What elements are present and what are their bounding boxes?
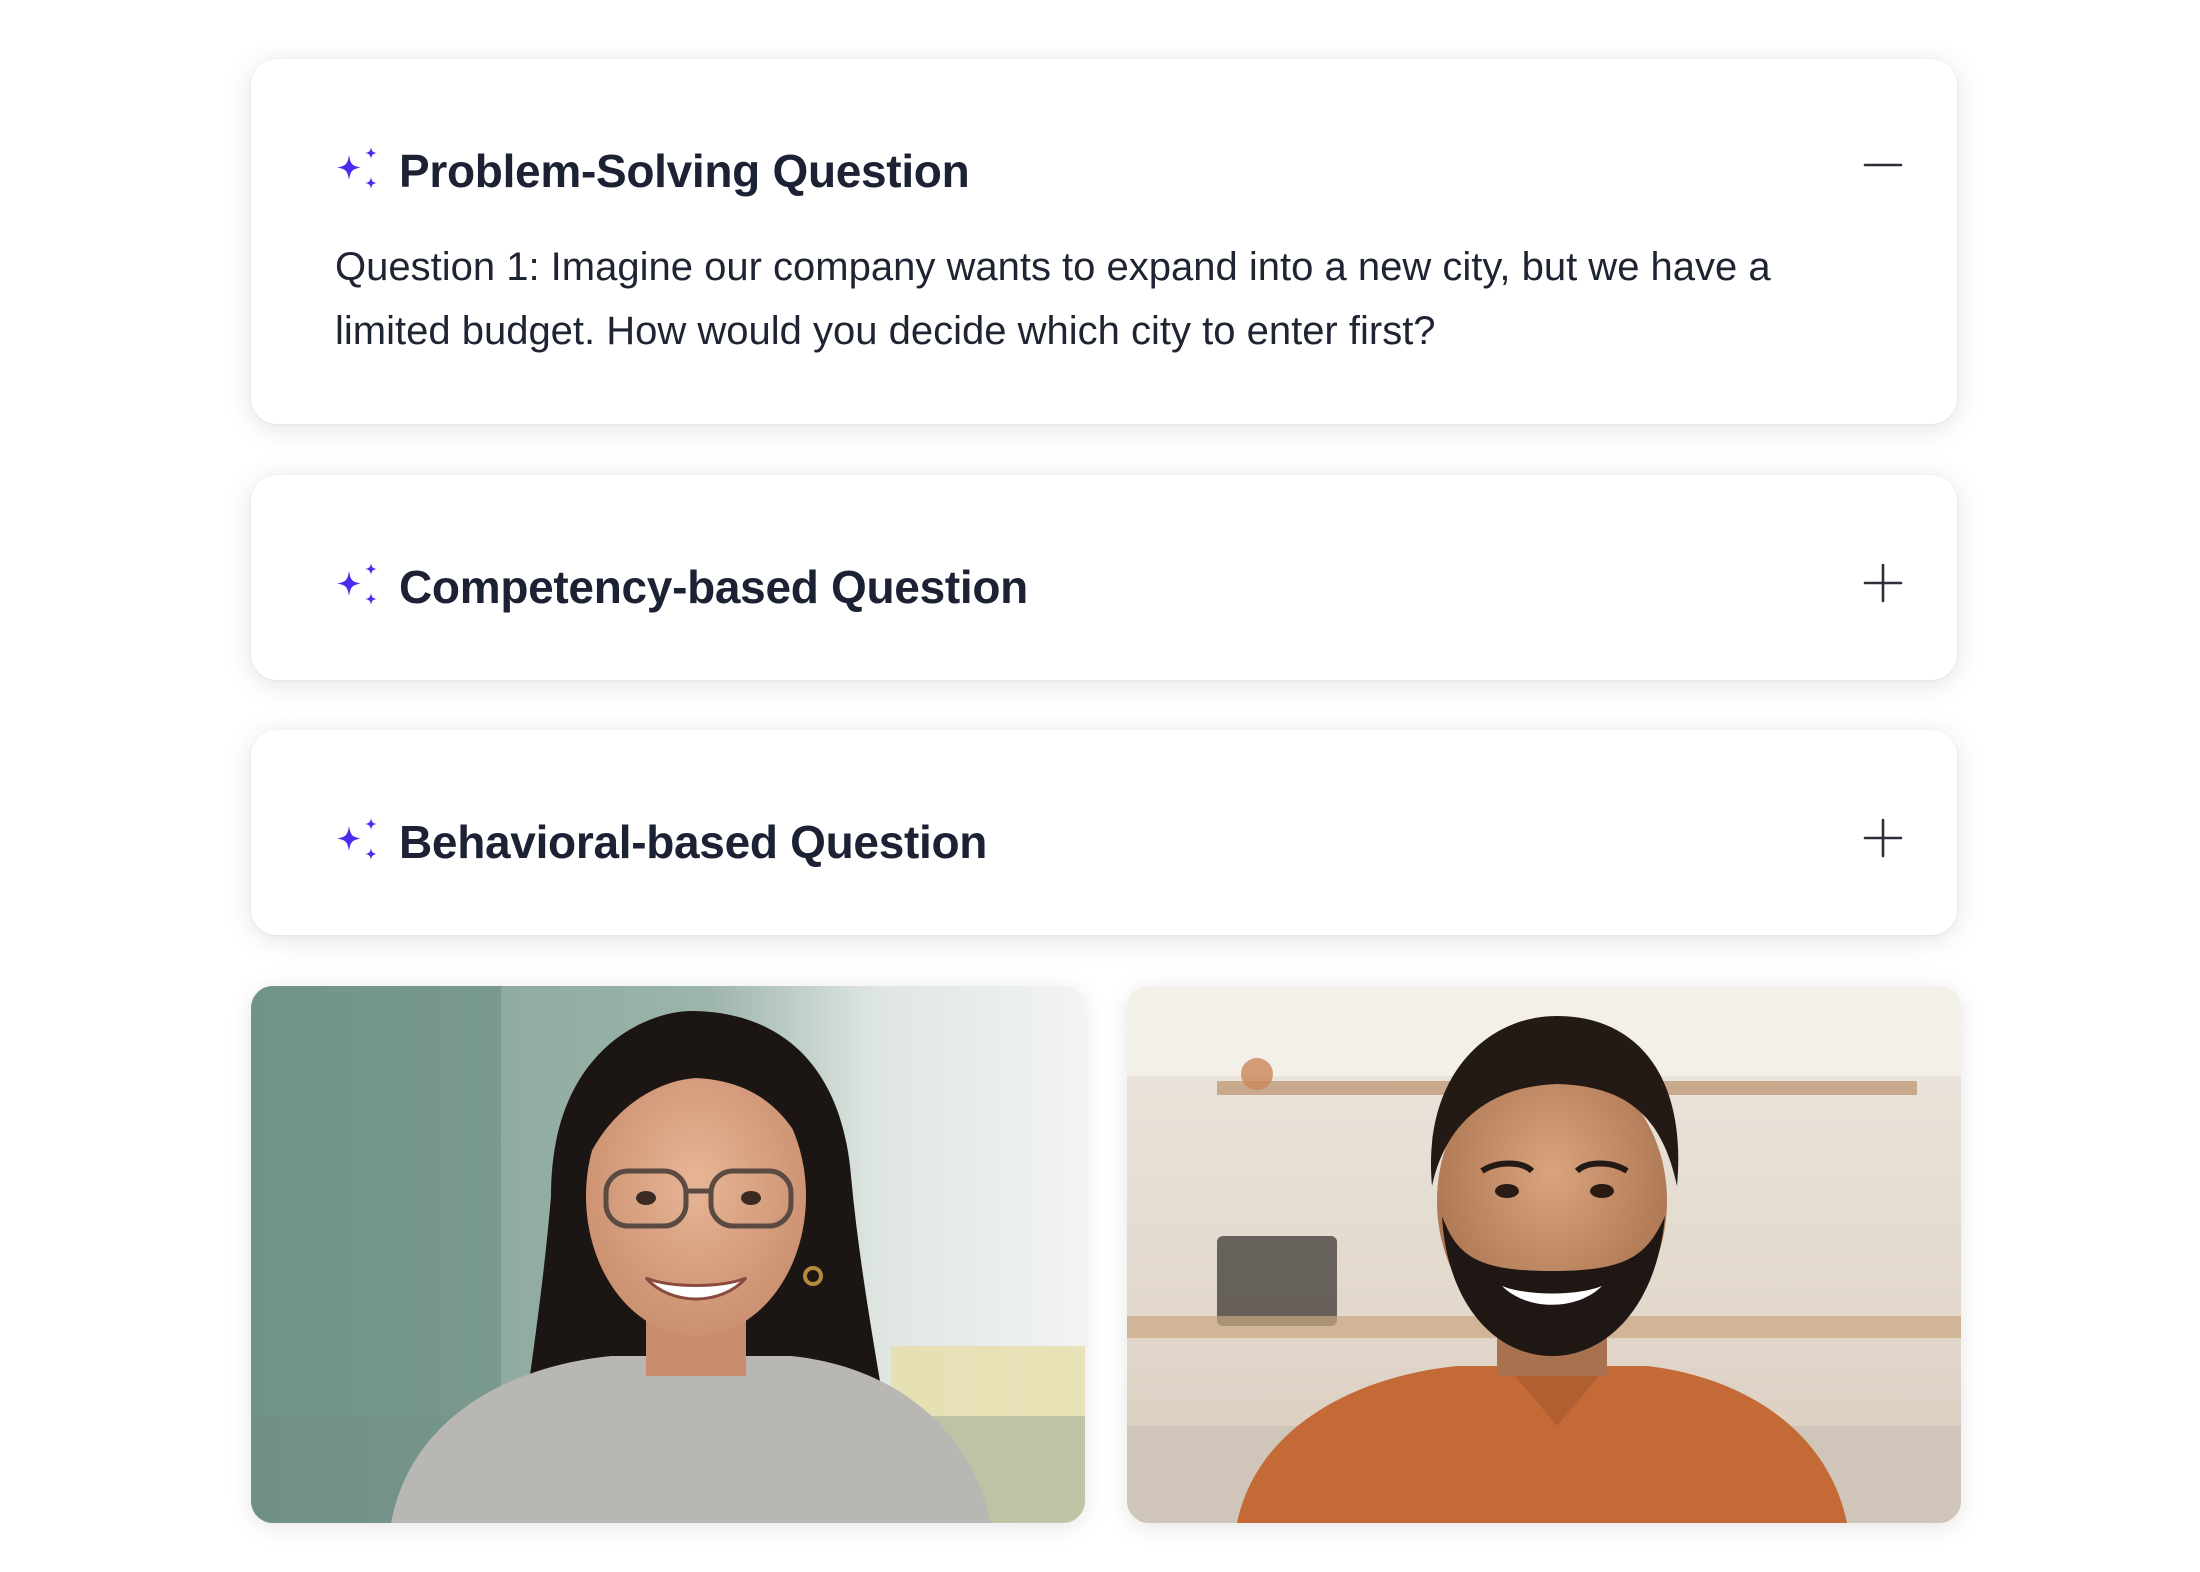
sparkles-icon xyxy=(337,818,377,860)
participant-video-man xyxy=(1127,986,1961,1523)
participant-video-woman xyxy=(251,986,1085,1523)
accordion-title: Problem-Solving Question xyxy=(399,145,970,197)
question-text: Question 1: Imagine our company wants to… xyxy=(335,245,1771,353)
accordion-header[interactable]: Competency-based Question xyxy=(333,557,1917,617)
sparkles-icon xyxy=(337,147,377,189)
sparkles-icon xyxy=(337,563,377,605)
minus-icon[interactable] xyxy=(1863,145,1903,185)
accordion-header[interactable]: Problem-Solving Question xyxy=(333,141,1917,201)
accordion-header[interactable]: Behavioral-based Question xyxy=(333,812,1917,872)
plus-icon[interactable] xyxy=(1863,818,1903,858)
accordion-item-behavioral[interactable]: Behavioral-based Question xyxy=(251,730,1957,935)
accordion-title: Behavioral-based Question xyxy=(399,816,988,868)
accordion-item-problem-solving[interactable]: Problem-Solving Question Question 1: Ima… xyxy=(251,59,1957,424)
plus-icon[interactable] xyxy=(1863,563,1903,603)
accordion-item-competency[interactable]: Competency-based Question xyxy=(251,475,1957,680)
accordion-title: Competency-based Question xyxy=(399,561,1028,613)
